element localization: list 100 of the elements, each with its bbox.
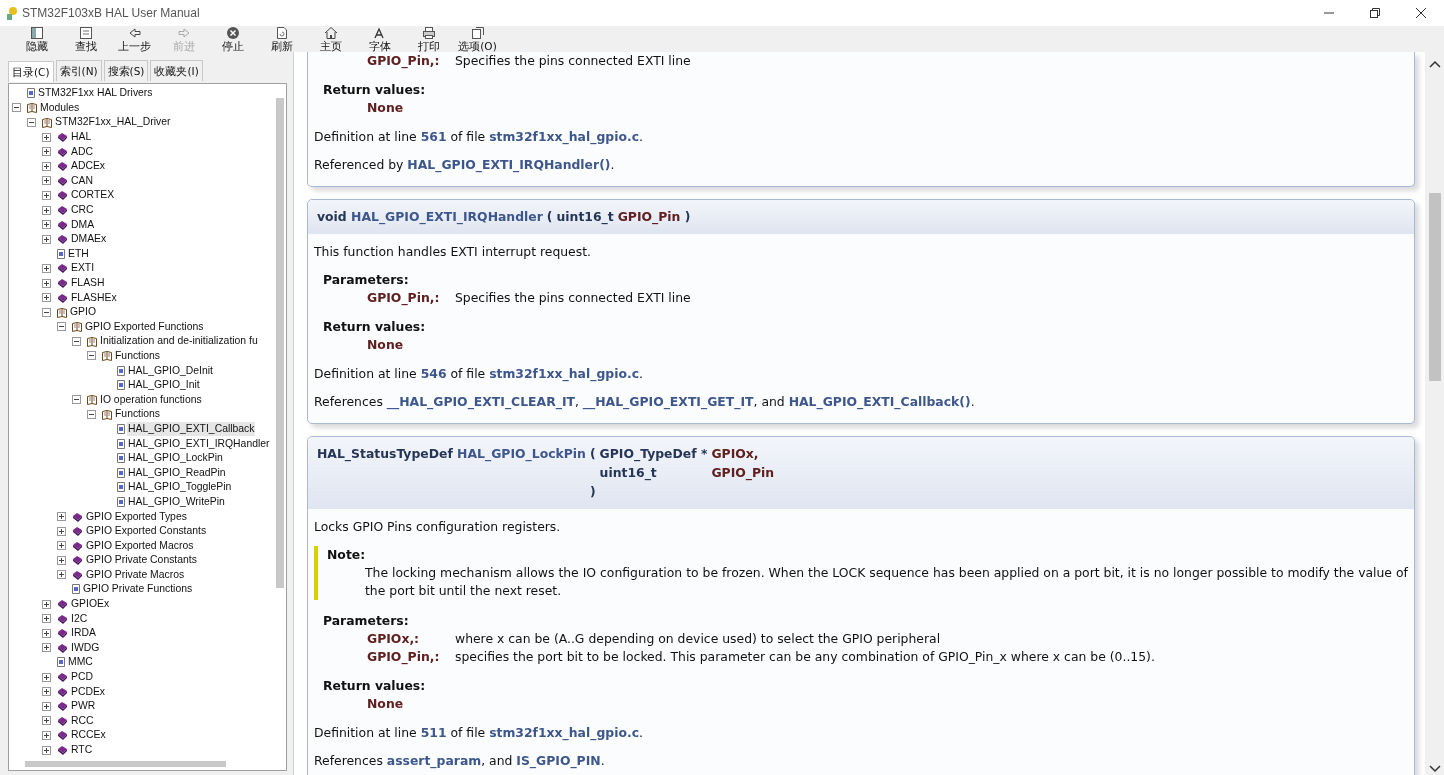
tree-item[interactable]: I2C: [70, 611, 89, 626]
collapse-icon[interactable]: [57, 322, 66, 332]
expand-icon[interactable]: [42, 628, 51, 638]
link[interactable]: stm32f1xx_hal_gpio.c: [489, 366, 639, 381]
tab[interactable]: 搜索(S): [103, 60, 149, 81]
expand-icon[interactable]: [42, 220, 51, 230]
toolbar-button[interactable]: 停止: [208, 26, 257, 53]
expand-icon[interactable]: [57, 555, 66, 565]
tree-item[interactable]: HAL_GPIO_DeInit: [127, 363, 214, 378]
tree-item[interactable]: PCD: [70, 670, 94, 685]
link[interactable]: 546: [420, 366, 447, 381]
link[interactable]: IS_GPIO_PIN: [516, 753, 601, 768]
expand-icon[interactable]: [42, 205, 51, 215]
expand-icon[interactable]: [57, 570, 66, 580]
tree-item[interactable]: GPIOEx: [70, 597, 111, 612]
tree-item[interactable]: IWDG: [70, 640, 101, 655]
expand-icon[interactable]: [42, 672, 51, 682]
tree-item[interactable]: HAL_GPIO_Init: [127, 378, 201, 393]
tree-item[interactable]: GPIO Exported Functions: [84, 319, 205, 334]
expand-icon[interactable]: [42, 147, 51, 157]
scroll-down-icon[interactable]: [1428, 765, 1441, 773]
toolbar-button[interactable]: 主页: [306, 26, 355, 53]
tree-item[interactable]: CRC: [70, 203, 95, 218]
tree-item[interactable]: PWR: [70, 699, 97, 714]
tree-item[interactable]: HAL_GPIO_LockPin: [127, 451, 224, 466]
tree-item[interactable]: FLASH: [70, 276, 106, 290]
expand-icon[interactable]: [57, 512, 66, 521]
tree-item[interactable]: STM32F1xx HAL Drivers: [37, 86, 154, 101]
function-link[interactable]: HAL_GPIO_LockPin: [457, 446, 586, 461]
toolbar-button[interactable]: 隐藏: [12, 26, 61, 53]
expand-icon[interactable]: [57, 526, 66, 536]
link[interactable]: __HAL_GPIO_EXTI_CLEAR_IT: [386, 394, 575, 409]
collapse-icon[interactable]: [87, 409, 96, 419]
tree-item[interactable]: HAL_GPIO_EXTI_IRQHandler: [127, 436, 271, 451]
tab[interactable]: 收藏夹(I): [150, 60, 203, 81]
expand-icon[interactable]: [42, 599, 51, 609]
tree-item[interactable]: HAL_GPIO_EXTI_Callback: [127, 421, 256, 436]
tree-item[interactable]: IRDA: [70, 626, 97, 641]
tree-item[interactable]: HAL: [70, 130, 93, 145]
toolbar-button[interactable]: 选项(O): [453, 26, 502, 53]
toolbar-button[interactable]: 上一步: [110, 26, 159, 53]
expand-icon[interactable]: [42, 263, 51, 273]
tree-item[interactable]: ADCEx: [70, 159, 107, 174]
link[interactable]: stm32f1xx_hal_gpio.c: [489, 725, 639, 740]
link[interactable]: 511: [420, 725, 447, 740]
tree-item[interactable]: RCC: [70, 713, 95, 728]
tree-item[interactable]: ADC: [70, 144, 94, 159]
tree-item[interactable]: PCDEx: [70, 684, 107, 699]
toolbar-button[interactable]: 刷新: [257, 26, 306, 53]
tree-item[interactable]: Initialization and de-initialization fu: [99, 334, 259, 349]
tree-item[interactable]: CAN: [70, 173, 94, 188]
collapse-icon[interactable]: [87, 351, 96, 361]
tree-item[interactable]: Functions: [114, 407, 162, 422]
toolbar-button[interactable]: 字体: [355, 26, 404, 53]
tree-item[interactable]: FLASHEx: [70, 290, 118, 305]
tree-item[interactable]: ETH: [67, 246, 90, 261]
tree-item[interactable]: IO operation functions: [99, 392, 203, 407]
scroll-up-icon[interactable]: [1428, 60, 1441, 68]
tree-item[interactable]: DMA: [70, 217, 96, 232]
tree-item[interactable]: HAL_GPIO_TogglePin: [127, 480, 233, 495]
expand-icon[interactable]: [57, 541, 66, 551]
tab[interactable]: 目录(C): [8, 61, 54, 82]
tree-item[interactable]: GPIO Private Functions: [82, 582, 194, 597]
link[interactable]: HAL_GPIO_EXTI_Callback(): [788, 394, 971, 409]
tree-item[interactable]: DMAEx: [70, 232, 108, 247]
expand-icon[interactable]: [42, 190, 51, 200]
collapse-icon[interactable]: [12, 103, 21, 113]
tree-item[interactable]: Modules: [39, 100, 81, 115]
tree-item[interactable]: Functions: [114, 349, 162, 363]
tree-item[interactable]: HAL_GPIO_ReadPin: [127, 465, 227, 480]
tree-item[interactable]: CORTEX: [70, 188, 116, 203]
link[interactable]: stm32f1xx_hal_gpio.c: [489, 129, 639, 144]
tree-item[interactable]: RTC: [70, 743, 94, 757]
tree-item[interactable]: RCCEx: [70, 728, 107, 743]
expand-icon[interactable]: [42, 278, 51, 288]
link[interactable]: __HAL_GPIO_EXTI_GET_IT: [582, 394, 754, 409]
tree-item[interactable]: HAL_GPIO_WritePin: [127, 494, 226, 509]
link[interactable]: 561: [420, 129, 447, 144]
tree-item[interactable]: GPIO Exported Types: [85, 509, 188, 524]
tab[interactable]: 索引(N): [55, 60, 102, 81]
expand-icon[interactable]: [42, 716, 51, 726]
tree-item[interactable]: GPIO Exported Macros: [85, 538, 195, 553]
function-link[interactable]: HAL_GPIO_EXTI_IRQHandler: [351, 209, 543, 224]
link[interactable]: HAL_GPIO_EXTI_IRQHandler(): [407, 157, 611, 172]
expand-icon[interactable]: [42, 132, 51, 142]
scrollbar-thumb[interactable]: [1428, 192, 1441, 381]
expand-icon[interactable]: [42, 643, 51, 653]
tree-item[interactable]: STM32F1xx_HAL_Driver: [54, 115, 172, 130]
collapse-icon[interactable]: [42, 307, 51, 317]
expand-icon[interactable]: [42, 161, 51, 171]
collapse-icon[interactable]: [27, 118, 36, 127]
expand-icon[interactable]: [42, 730, 51, 740]
collapse-icon[interactable]: [72, 395, 81, 405]
expand-icon[interactable]: [42, 234, 51, 244]
tree-item[interactable]: MMC: [67, 655, 94, 670]
tree-item[interactable]: GPIO: [69, 305, 97, 320]
tree-item[interactable]: EXTI: [70, 261, 96, 276]
expand-icon[interactable]: [42, 745, 51, 755]
expand-icon[interactable]: [42, 701, 51, 711]
scrollbar-thumb[interactable]: [25, 761, 226, 767]
